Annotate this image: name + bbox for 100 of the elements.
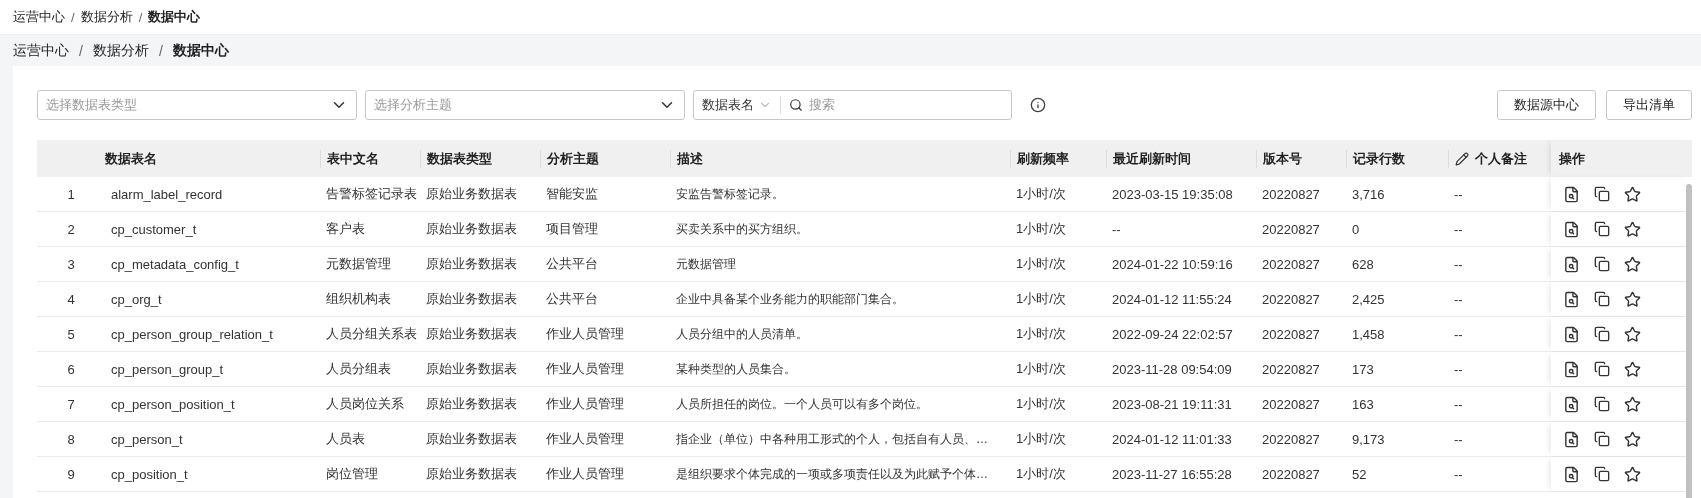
copy-icon[interactable]	[1594, 466, 1610, 482]
document-search-icon[interactable]	[1563, 360, 1580, 378]
copy-icon[interactable]	[1594, 361, 1610, 377]
star-icon[interactable]	[1624, 290, 1641, 308]
table-cell-text: 人员分组中的人员清单。	[675, 325, 809, 343]
star-icon[interactable]	[1624, 220, 1641, 238]
row-number: 6	[66, 361, 76, 377]
breadcrumb-separator: /	[71, 9, 75, 25]
table-cell-text: 1小时/次	[1015, 290, 1067, 308]
star-icon[interactable]	[1624, 360, 1641, 378]
table-cell-text: 1小时/次	[1015, 325, 1067, 343]
table-cell-text: 原始业务数据表	[425, 430, 518, 448]
table-cell-text: 作业人员管理	[545, 325, 625, 343]
scrollbar[interactable]	[1686, 184, 1692, 498]
row-number: 1	[66, 186, 76, 202]
breadcrumb-link[interactable]: 运营中心	[13, 8, 65, 26]
copy-icon[interactable]	[1594, 186, 1610, 202]
column-header: 表中文名	[320, 149, 420, 168]
document-search-icon[interactable]	[1563, 325, 1580, 343]
table-cell-text: 2023-11-28 09:54:09	[1111, 361, 1233, 377]
star-icon[interactable]	[1624, 465, 1641, 483]
table-cell-text: 20220827	[1261, 431, 1321, 447]
star-icon[interactable]	[1624, 430, 1641, 448]
column-header: 版本号	[1256, 149, 1346, 168]
breadcrumb-link[interactable]: 运营中心	[13, 41, 69, 60]
table-cell-text: 1小时/次	[1015, 220, 1067, 238]
table-cell-text: 3,716	[1351, 186, 1386, 202]
table-cell-text: cp_person_t	[110, 431, 184, 447]
table-cell-text: 2024-01-22 10:59:16	[1111, 256, 1234, 272]
table-cell-text: 智能安监	[545, 185, 599, 203]
copy-icon[interactable]	[1594, 326, 1610, 342]
breadcrumb-link[interactable]: 数据分析	[92, 41, 149, 60]
toolbar-button[interactable]: 导出清单	[1606, 90, 1692, 120]
document-search-icon[interactable]	[1563, 290, 1580, 308]
row-number: 9	[66, 466, 76, 482]
breadcrumb-separator: /	[158, 42, 163, 59]
document-search-icon[interactable]	[1563, 220, 1580, 238]
breadcrumb-separator: /	[138, 9, 143, 25]
table-cell-text: 2,425	[1351, 291, 1386, 307]
table-cell-text: --	[1453, 396, 1464, 412]
table-cell-text: 1小时/次	[1015, 255, 1067, 273]
table-cell-text: --	[1453, 186, 1464, 202]
table-cell-text: 作业人员管理	[545, 430, 625, 448]
search-placeholder: 搜索	[809, 96, 835, 114]
search-scope-select[interactable]: 数据表名	[694, 96, 781, 114]
table-cell-text: 1,458	[1351, 326, 1386, 342]
breadcrumb-link[interactable]: 数据分析	[80, 8, 133, 26]
star-icon[interactable]	[1624, 255, 1641, 273]
copy-icon[interactable]	[1594, 291, 1610, 307]
table-cell-text: 2024-01-12 11:01:33	[1111, 431, 1233, 447]
column-header: 分析主题	[540, 149, 670, 168]
table-cell-text: --	[1453, 431, 1464, 447]
table-cell-text: 人员岗位关系	[325, 395, 405, 413]
table-cell-text: 企业中具备某个业务能力的职能部门集合。	[675, 290, 905, 308]
table-cell-text: 原始业务数据表	[425, 220, 518, 238]
row-number: 8	[66, 431, 76, 447]
table-cell-text: alarm_label_record	[110, 186, 224, 202]
star-icon[interactable]	[1624, 185, 1641, 203]
copy-icon[interactable]	[1594, 256, 1610, 272]
table-cell-text: 人员分组表	[325, 360, 392, 378]
row-number: 4	[66, 291, 76, 307]
column-header: 刷新频率	[1010, 149, 1106, 168]
table-cell-text: 20220827	[1261, 361, 1321, 377]
table-cell-text: 20220827	[1261, 221, 1321, 237]
pencil-icon	[1455, 151, 1469, 166]
table-cell-text: 1小时/次	[1015, 360, 1067, 378]
table-cell-text: cp_person_position_t	[110, 396, 236, 412]
row-number: 2	[66, 221, 76, 237]
column-header: 数据表名	[105, 149, 158, 168]
table-cell-text: 20220827	[1261, 186, 1321, 202]
column-header: 操作	[1559, 149, 1585, 168]
copy-icon[interactable]	[1594, 431, 1610, 447]
table-cell-text: 628	[1351, 256, 1375, 272]
table-cell-text: 9,173	[1351, 431, 1386, 447]
table-cell-text: 客户表	[325, 220, 366, 238]
document-search-icon[interactable]	[1563, 185, 1580, 203]
info-icon[interactable]	[1030, 97, 1046, 113]
table-cell-text: 2023-11-27 16:55:28	[1111, 466, 1233, 482]
table-cell-text: 人员所担任的岗位。一个人员可以有多个岗位。	[675, 395, 929, 413]
column-header: 描述	[670, 149, 1010, 168]
table-cell-text: 买卖关系中的买方组织。	[675, 220, 809, 238]
document-search-icon[interactable]	[1563, 465, 1580, 483]
copy-icon[interactable]	[1594, 221, 1610, 237]
table-cell-text: 1小时/次	[1015, 185, 1067, 203]
search-icon	[789, 98, 803, 112]
copy-icon[interactable]	[1594, 396, 1610, 412]
table-cell-text: 原始业务数据表	[425, 360, 518, 378]
row-number: 5	[66, 326, 76, 342]
table-cell-text: 原始业务数据表	[425, 255, 518, 273]
document-search-icon[interactable]	[1563, 255, 1580, 273]
star-icon[interactable]	[1624, 325, 1641, 343]
toolbar-button[interactable]: 数据源中心	[1497, 90, 1596, 120]
star-icon[interactable]	[1624, 395, 1641, 413]
table-cell-text: 163	[1351, 396, 1375, 412]
column-header: 个人备注	[1448, 149, 1551, 168]
table-cell-text: 1小时/次	[1015, 430, 1067, 448]
document-search-icon[interactable]	[1563, 395, 1580, 413]
document-search-icon[interactable]	[1563, 430, 1580, 448]
search-field[interactable]: 数据表名 搜索	[693, 90, 1012, 120]
table-cell-text: cp_position_t	[110, 466, 189, 482]
